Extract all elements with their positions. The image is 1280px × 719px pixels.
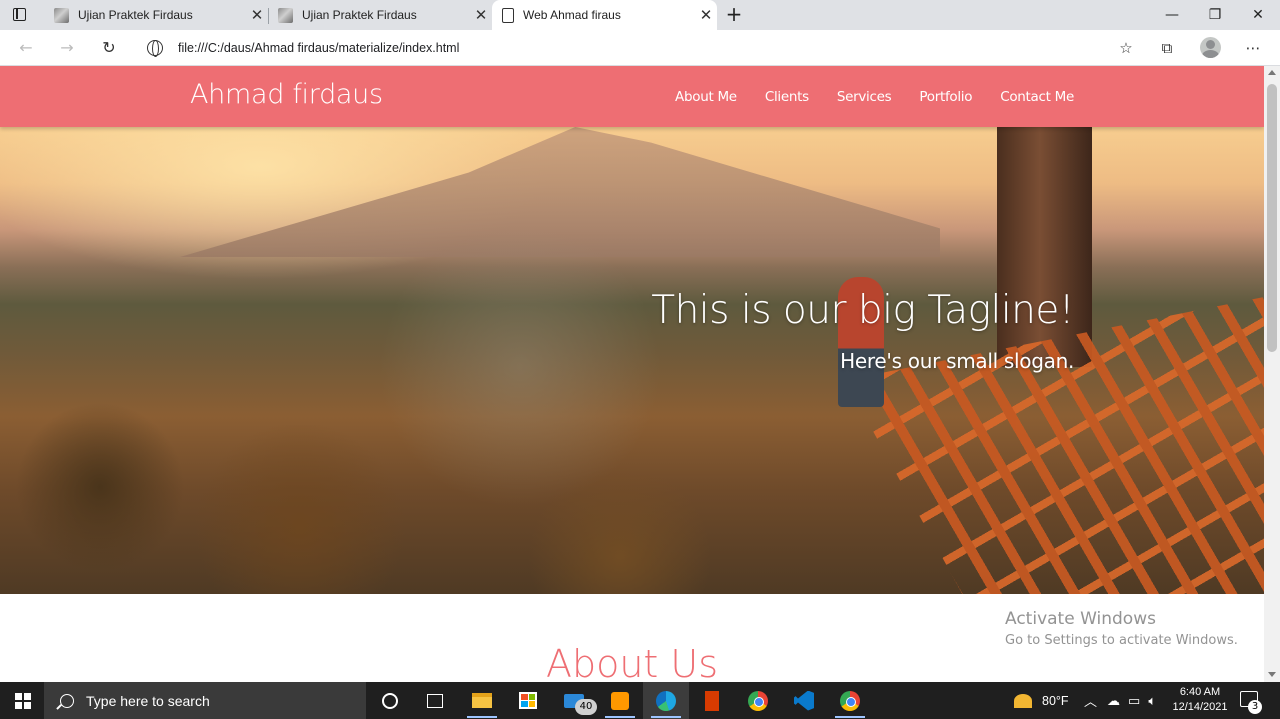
taskbar-search-box[interactable]: Type here to search <box>44 682 366 719</box>
office-icon <box>705 690 719 711</box>
activate-windows-subtitle: Go to Settings to activate Windows. <box>1005 633 1238 648</box>
taskbar-chrome[interactable] <box>735 682 781 719</box>
chrome-profile-icon <box>840 690 860 711</box>
volume-icon[interactable]: 🔈︎ <box>1148 693 1156 709</box>
globe-icon <box>147 40 163 57</box>
site-brand-logo[interactable]: Ahmad firdaus <box>190 79 383 110</box>
weather-widget[interactable]: 80°F <box>1014 682 1069 719</box>
profile-avatar[interactable] <box>1200 37 1221 58</box>
minimize-button[interactable]: — <box>1150 0 1194 30</box>
edge-browser-icon <box>656 690 676 711</box>
cortana-icon <box>382 692 398 709</box>
search-icon <box>60 693 74 708</box>
tab-actions-icon[interactable] <box>12 7 28 23</box>
taskbar-vscode[interactable] <box>781 682 827 719</box>
onedrive-icon[interactable]: ☁ <box>1107 693 1120 709</box>
page-favicon-icon <box>502 7 514 23</box>
restore-button[interactable]: ❐ <box>1193 0 1237 30</box>
weather-icon <box>1014 693 1032 708</box>
hero-slogan: Here's our small slogan. <box>840 349 1074 373</box>
chrome-icon <box>748 690 768 711</box>
browser-tab-strip: Ujian Praktek Firdaus ✕ Ujian Praktek Fi… <box>0 0 1280 30</box>
taskbar-edge[interactable] <box>643 682 689 719</box>
more-menu-icon[interactable]: ⋯ <box>1243 38 1263 58</box>
about-us-heading: About Us <box>545 642 719 682</box>
tab-close-icon[interactable]: ✕ <box>695 6 717 24</box>
refresh-button[interactable]: ↻ <box>97 36 121 60</box>
tab-title: Ujian Praktek Firdaus <box>302 8 417 22</box>
show-hidden-icons-icon[interactable]: ︿ <box>1084 691 1097 710</box>
microsoft-store-icon <box>519 692 537 709</box>
tab-close-icon[interactable]: ✕ <box>246 6 268 24</box>
nav-link-services[interactable]: Services <box>837 89 892 105</box>
taskbar-office[interactable] <box>689 682 735 719</box>
forward-button[interactable]: → <box>55 36 79 60</box>
windows-logo-icon <box>15 693 31 709</box>
browser-tab-1[interactable]: Ujian Praktek Firdaus ✕ <box>44 0 269 30</box>
scroll-down-arrow-icon[interactable] <box>1268 672 1276 677</box>
taskbar-chrome-profile[interactable] <box>827 682 873 719</box>
tab-favicon-icon <box>278 7 293 23</box>
nav-link-contact-me[interactable]: Contact Me <box>1000 89 1074 105</box>
task-view-button[interactable] <box>412 682 458 719</box>
battery-icon[interactable]: ▭ <box>1128 693 1140 709</box>
taskbar-clock[interactable]: 6:40 AM 12/14/2021 <box>1168 685 1232 715</box>
browser-tab-2[interactable]: Ujian Praktek Firdaus ✕ <box>268 0 493 30</box>
weather-temperature: 80°F <box>1042 693 1069 708</box>
vscode-icon <box>794 690 814 711</box>
windows-taskbar: Type here to search 40 80°F ︿ ☁ ▭ 🔈︎ 6:4… <box>0 682 1280 719</box>
tab-title: Web Ahmad firaus <box>523 8 621 22</box>
hero-banner: This is our big Tagline! Here's our smal… <box>0 127 1264 594</box>
start-button[interactable] <box>0 682 44 719</box>
task-view-icon <box>427 693 443 708</box>
collections-icon[interactable]: ⧉ <box>1157 38 1177 58</box>
site-navbar: Ahmad firdaus About Me Clients Services … <box>0 66 1264 127</box>
scroll-up-arrow-icon[interactable] <box>1268 70 1276 75</box>
page-viewport: Ahmad firdaus About Me Clients Services … <box>0 66 1264 682</box>
clock-date: 12/14/2021 <box>1172 701 1228 713</box>
scrollbar-thumb[interactable] <box>1267 84 1277 352</box>
taskbar-search-placeholder: Type here to search <box>86 692 210 709</box>
back-button[interactable]: ← <box>14 36 38 60</box>
taskbar-sublime-text[interactable] <box>597 682 643 719</box>
notification-count-badge: 3 <box>1248 700 1262 714</box>
taskbar-microsoft-store[interactable] <box>505 682 551 719</box>
tab-close-icon[interactable]: ✕ <box>470 6 492 24</box>
tab-title: Ujian Praktek Firdaus <box>78 8 193 22</box>
mail-unread-badge: 40 <box>575 699 597 715</box>
hero-tagline: This is our big Tagline! <box>651 288 1074 333</box>
address-bar[interactable]: file:///C:/daus/Ahmad firdaus/materializ… <box>135 33 1101 63</box>
system-tray[interactable]: ︿ ☁ ▭ 🔈︎ <box>1084 682 1156 719</box>
activate-windows-title: Activate Windows <box>1005 609 1156 629</box>
url-text: file:///C:/daus/Ahmad firdaus/materializ… <box>178 41 460 55</box>
new-tab-button[interactable]: + <box>723 3 745 25</box>
taskbar-file-explorer[interactable] <box>459 682 505 719</box>
cortana-button[interactable] <box>367 682 413 719</box>
tab-favicon-icon <box>54 7 69 23</box>
browser-toolbar: ← → ↻ file:///C:/daus/Ahmad firdaus/mate… <box>0 30 1280 66</box>
site-nav-links: About Me Clients Services Portfolio Cont… <box>647 66 1074 127</box>
file-explorer-icon <box>472 693 492 708</box>
close-window-button[interactable]: ✕ <box>1236 0 1280 30</box>
nav-link-clients[interactable]: Clients <box>765 89 809 105</box>
clock-time: 6:40 AM <box>1179 686 1221 698</box>
nav-link-portfolio[interactable]: Portfolio <box>919 89 972 105</box>
sublime-text-icon <box>611 691 629 710</box>
page-scrollbar[interactable] <box>1264 66 1280 682</box>
browser-tab-3[interactable]: Web Ahmad firaus ✕ <box>492 0 717 30</box>
nav-link-about-me[interactable]: About Me <box>675 89 737 105</box>
favorites-icon[interactable]: ☆ <box>1116 38 1136 58</box>
